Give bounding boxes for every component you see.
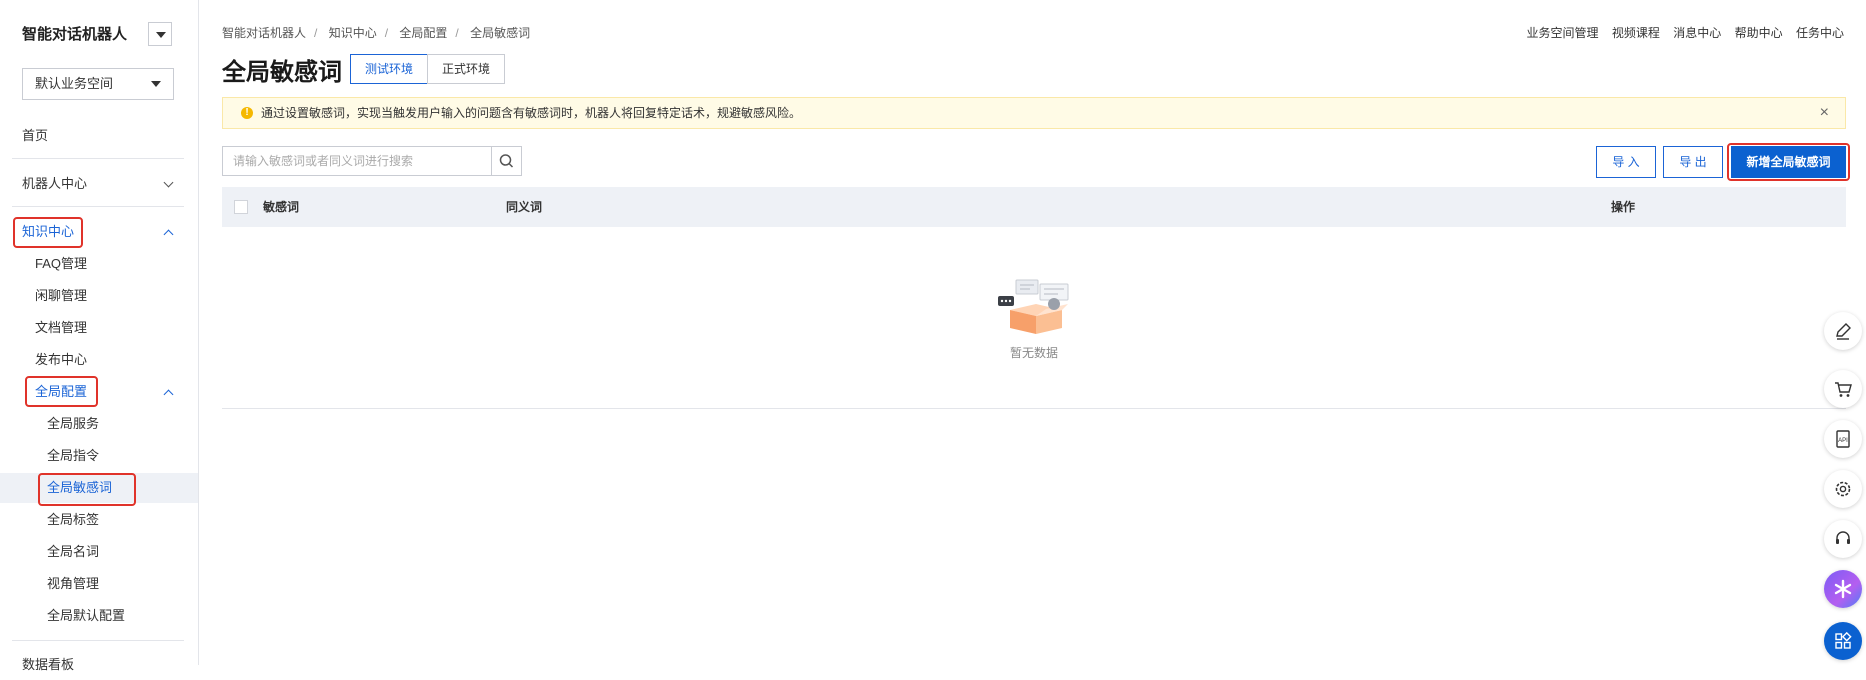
apps-grid-icon	[1835, 631, 1852, 649]
sidebar-item-global-nouns[interactable]: 全局名词	[0, 537, 198, 567]
column-header-sensitive-word: 敏感词	[263, 200, 300, 214]
sidebar-toggle-button[interactable]	[148, 22, 172, 46]
sidebar-item-robot-center[interactable]: 机器人中心	[0, 169, 198, 199]
link-business-space[interactable]: 业务空间管理	[1527, 26, 1599, 40]
table-bottom-border	[222, 408, 1846, 409]
breadcrumb-current: 全局敏感词	[470, 26, 531, 40]
float-settings-button[interactable]	[1824, 470, 1862, 508]
ai-assistant-icon	[1834, 579, 1852, 599]
caret-down-icon	[151, 81, 161, 87]
sidebar-item-perspective[interactable]: 视角管理	[0, 569, 198, 599]
breadcrumb-item[interactable]: 知识中心	[329, 26, 377, 40]
sidebar-item-label: 视角管理	[47, 576, 100, 591]
sidebar-item-chitchat[interactable]: 闲聊管理	[0, 281, 198, 311]
breadcrumb-item[interactable]: 全局配置	[399, 26, 447, 40]
env-tabs: 测试环境 正式环境	[350, 54, 506, 84]
link-messages[interactable]: 消息中心	[1673, 26, 1721, 40]
empty-state-text: 暂无数据	[1010, 346, 1059, 360]
app-title: 智能对话机器人	[22, 26, 128, 43]
import-button[interactable]: 导 入	[1596, 146, 1656, 178]
sidebar-divider	[12, 206, 184, 207]
highlight-box	[1727, 143, 1850, 181]
sidebar-divider	[12, 158, 184, 159]
sidebar-item-label: 首页	[22, 128, 49, 143]
breadcrumb-item[interactable]: 智能对话机器人	[222, 26, 306, 40]
sidebar-item-label: 全局服务	[47, 416, 100, 431]
notice-text: 通过设置敏感词，实现当触发用户输入的问题含有敏感词时，机器人将回复特定话术，规避…	[261, 106, 802, 120]
chevron-up-icon	[163, 389, 174, 400]
column-header-synonyms: 同义词	[506, 200, 543, 214]
empty-state-illustration	[996, 276, 1076, 339]
sidebar-item-label: 文档管理	[35, 320, 88, 335]
sidebar-item-label: 全局指令	[47, 448, 100, 463]
sidebar-item-label: 闲聊管理	[35, 288, 88, 303]
cart-icon	[1835, 382, 1852, 397]
sidebar-item-label: 全局默认配置	[47, 608, 126, 623]
sidebar-item-label: 全局标签	[47, 512, 100, 527]
warning-icon: !	[241, 107, 253, 119]
search-box	[222, 146, 522, 176]
breadcrumb: 智能对话机器人 / 知识中心 / 全局配置 / 全局敏感词	[222, 26, 531, 40]
svg-text:API: API	[1838, 438, 1848, 444]
float-support-button[interactable]	[1824, 520, 1862, 558]
page-title: 全局敏感词	[222, 59, 342, 86]
sidebar: 智能对话机器人 默认业务空间 首页 机器人中心 知识中心 FAQ管理 闲聊管理 …	[0, 0, 199, 672]
sidebar-item-global-tags[interactable]: 全局标签	[0, 505, 198, 535]
link-tasks[interactable]: 任务中心	[1796, 26, 1844, 40]
sidebar-header: 智能对话机器人	[22, 22, 172, 48]
highlight-box	[38, 473, 136, 506]
float-ai-assistant-button[interactable]	[1824, 570, 1862, 608]
float-edit-button[interactable]	[1824, 312, 1862, 350]
search-button[interactable]	[491, 146, 522, 176]
select-all-checkbox[interactable]	[234, 200, 248, 214]
empty-box-icon	[998, 279, 1069, 334]
info-notice: ! 通过设置敏感词，实现当触发用户输入的问题含有敏感词时，机器人将回复特定话术，…	[222, 97, 1846, 129]
highlight-box	[25, 376, 98, 407]
business-space-value: 默认业务空间	[35, 76, 114, 91]
sidebar-item-label: FAQ管理	[35, 256, 88, 271]
table-header: 敏感词 同义词 操作	[222, 187, 1846, 227]
edit-icon	[1836, 323, 1851, 340]
gear-icon	[1835, 481, 1851, 497]
tab-prod-env[interactable]: 正式环境	[427, 54, 506, 84]
sidebar-item-label: 发布中心	[35, 352, 88, 367]
link-video-courses[interactable]: 视频课程	[1612, 26, 1660, 40]
search-icon	[499, 154, 514, 168]
headset-icon	[1836, 531, 1850, 544]
sidebar-divider	[12, 640, 184, 641]
chevron-down-icon	[163, 177, 174, 188]
tab-test-env[interactable]: 测试环境	[350, 54, 429, 84]
float-api-button[interactable]: API	[1824, 420, 1862, 458]
sidebar-item-documents[interactable]: 文档管理	[0, 313, 198, 343]
api-doc-icon: API	[1836, 430, 1850, 448]
sidebar-item-publish[interactable]: 发布中心	[0, 345, 198, 375]
top-links: 业务空间管理 视频课程 消息中心 帮助中心 任务中心	[1517, 24, 1844, 41]
search-input[interactable]	[222, 146, 492, 176]
export-button[interactable]: 导 出	[1663, 146, 1723, 178]
business-space-select[interactable]: 默认业务空间	[22, 68, 174, 100]
sidebar-item-label: 全局名词	[47, 544, 100, 559]
sidebar-item-home[interactable]: 首页	[0, 121, 198, 151]
sidebar-item-global-defaults[interactable]: 全局默认配置	[0, 601, 198, 631]
chevron-up-icon	[163, 229, 174, 240]
column-header-actions: 操作	[1611, 200, 1636, 214]
sidebar-item-data-report[interactable]: 数据看板	[0, 650, 198, 680]
float-cart-button[interactable]	[1824, 370, 1862, 408]
sidebar-item-label: 机器人中心	[22, 176, 88, 191]
link-help[interactable]: 帮助中心	[1735, 26, 1783, 40]
sidebar-item-faq[interactable]: FAQ管理	[0, 249, 198, 279]
sidebar-item-label: 数据看板	[22, 657, 75, 672]
highlight-box	[13, 217, 83, 248]
sidebar-item-global-service[interactable]: 全局服务	[0, 409, 198, 439]
float-apps-button[interactable]	[1824, 622, 1862, 660]
sidebar-item-global-command[interactable]: 全局指令	[0, 441, 198, 471]
close-icon[interactable]: ×	[1820, 98, 1829, 128]
